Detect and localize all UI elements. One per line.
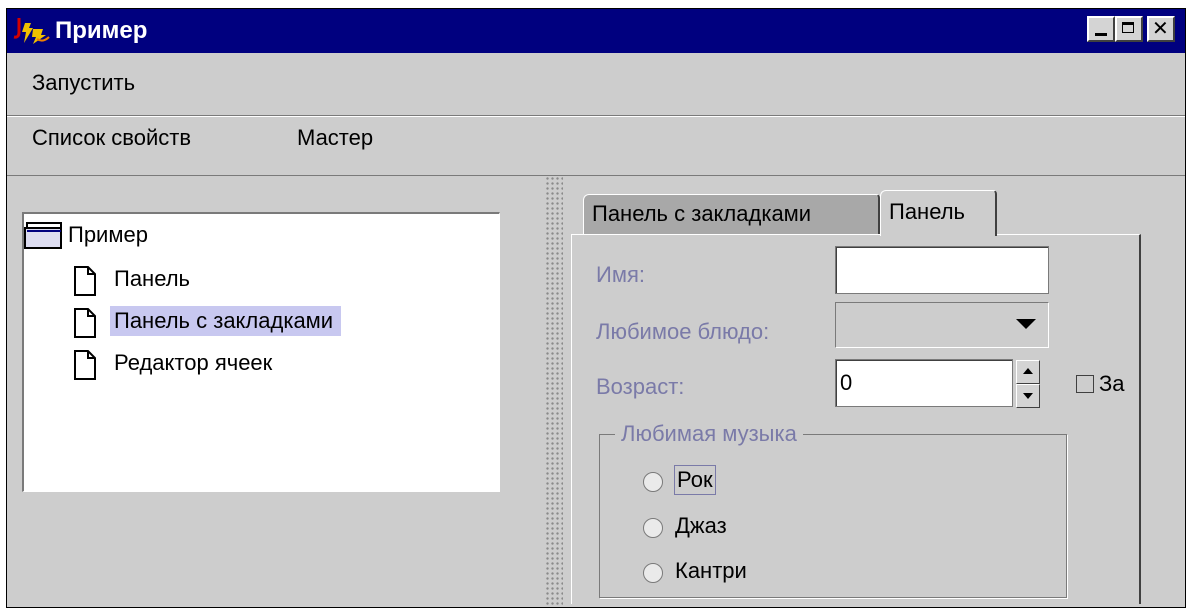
window-title: Пример	[55, 17, 148, 44]
maximize-icon	[1122, 22, 1134, 33]
minimize-button[interactable]	[1087, 16, 1115, 42]
tree-item-label: Панель	[114, 266, 191, 291]
favorite-dish-label: Любимое блюдо:	[596, 319, 770, 344]
age-spin-down-button[interactable]	[1016, 384, 1040, 408]
document-icon	[74, 266, 96, 296]
document-icon	[74, 350, 96, 380]
tab-property-list[interactable]: Список свойств	[32, 124, 191, 152]
maximize-button[interactable]	[1115, 16, 1143, 42]
content-area: Пример Панель Панель с закладками Редакт…	[7, 175, 1185, 607]
radio-country[interactable]	[643, 563, 663, 583]
component-tree[interactable]: Пример Панель Панель с закладками Редакт…	[22, 212, 500, 492]
radio-rock-label[interactable]: Рок	[674, 465, 716, 495]
menu-bar	[7, 53, 1185, 116]
name-field[interactable]	[835, 246, 1049, 294]
radio-jazz[interactable]	[643, 518, 663, 538]
age-field[interactable]: 0	[835, 359, 1013, 407]
name-label: Имя:	[596, 262, 645, 287]
application-window: Пример ✕ Запустить Список свойств Мастер…	[6, 8, 1186, 608]
favorite-music-legend: Любимая музыка	[615, 420, 803, 448]
tab-tabbed-panel[interactable]: Панель с закладками	[583, 194, 880, 234]
tree-root-label[interactable]: Пример	[68, 220, 148, 250]
checkbox[interactable]	[1076, 375, 1094, 393]
close-button[interactable]: ✕	[1147, 16, 1175, 42]
tab-panel[interactable]: Панель	[880, 190, 997, 236]
radio-rock[interactable]	[643, 472, 663, 492]
arrow-up-icon	[1023, 368, 1033, 374]
checkbox-label[interactable]: За	[1099, 371, 1125, 397]
radio-jazz-label[interactable]: Джаз	[675, 512, 727, 540]
age-spin-up-button[interactable]	[1016, 360, 1040, 384]
favorite-dish-dropdown[interactable]	[835, 302, 1049, 348]
tree-item-label-selected: Панель с закладками	[110, 306, 342, 336]
arrow-down-icon	[1023, 393, 1033, 399]
menu-item-run[interactable]: Запустить	[32, 69, 135, 97]
java-app-icon	[13, 18, 50, 44]
favorite-music-group	[599, 434, 1067, 598]
radio-country-label[interactable]: Кантри	[675, 557, 747, 585]
right-pane: Панель с закладками Панель Имя: Любимое …	[563, 176, 1185, 607]
close-icon: ✕	[1152, 18, 1169, 40]
tree-item-label: Редактор ячеек	[114, 350, 273, 375]
split-pane-divider[interactable]	[545, 176, 563, 607]
age-label: Возраст:	[596, 374, 685, 399]
minimize-icon	[1095, 33, 1107, 36]
chevron-down-icon[interactable]	[1016, 319, 1036, 329]
title-bar[interactable]: Пример ✕	[7, 9, 1185, 53]
folder-icon[interactable]	[24, 222, 64, 250]
left-pane: Пример Панель Панель с закладками Редакт…	[7, 176, 545, 607]
document-icon	[74, 308, 96, 338]
tab-wizard[interactable]: Мастер	[297, 124, 373, 152]
